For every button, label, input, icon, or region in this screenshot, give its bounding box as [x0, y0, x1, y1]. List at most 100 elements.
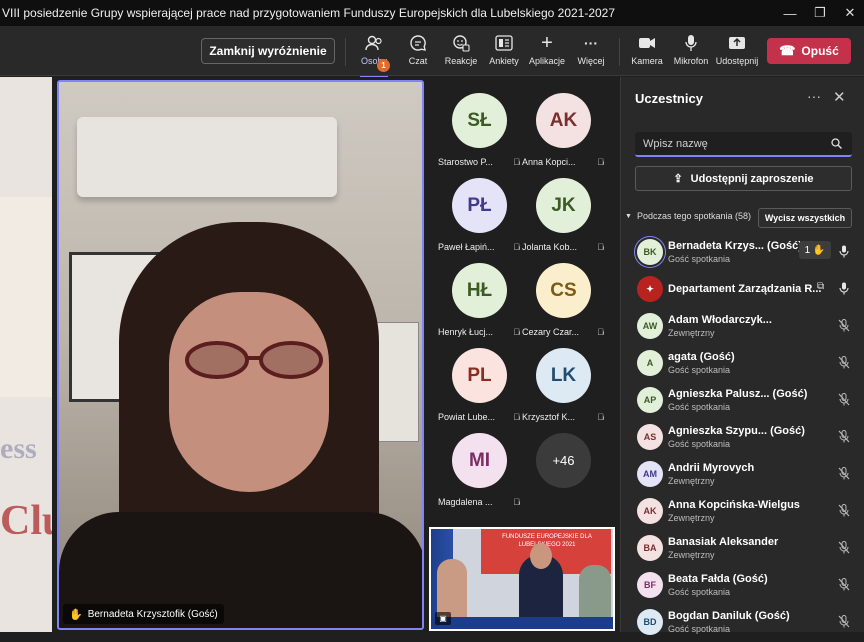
mic-button[interactable]: Mikrofon	[669, 32, 713, 74]
window-title: VIII posiedzenie Grupy wspierającej prac…	[2, 6, 616, 20]
participant-name: Bogdan Daniluk (Gość)	[668, 610, 790, 622]
participant-role: Gość spotkania	[668, 402, 731, 412]
avatar: BF	[637, 572, 663, 598]
share-label: Udostępnij	[715, 56, 759, 66]
reactions-label: Reakcje	[444, 56, 478, 66]
participant-row[interactable]: BF Beata Fałda (Gość) Gość spotkania	[621, 568, 864, 605]
speaker-name: Bernadeta Krzysztofik (Gość)	[87, 608, 218, 620]
participant-row[interactable]: BD Bogdan Daniluk (Gość) Gość spotkania	[621, 605, 864, 642]
tile-name-text: Jolanta Kob...	[522, 242, 578, 252]
participant-tile[interactable]: MI Magdalena ... 🎙̸	[438, 429, 520, 511]
tile-name: Paweł Łapiń... 🎙̸	[438, 242, 520, 252]
more-button[interactable]: ··· Więcej	[569, 32, 613, 74]
tile-name-text: Starostwo P...	[438, 157, 493, 167]
microphone-icon[interactable]	[837, 244, 851, 258]
share-screen-icon	[728, 32, 746, 54]
more-options-icon[interactable]: ···	[807, 88, 821, 104]
polls-button[interactable]: Ankiety	[482, 32, 526, 74]
participant-tile[interactable]: HŁ Henryk Łucj... 🎙̸	[438, 259, 520, 341]
microphone-icon[interactable]	[837, 281, 851, 295]
mic-off-icon[interactable]	[837, 503, 851, 517]
air-conditioner	[77, 117, 337, 197]
participant-row[interactable]: AW Adam Włodarczyk... Zewnętrzny	[621, 309, 864, 346]
mic-off-icon: 🎙̸	[513, 157, 520, 167]
video-layout-icon[interactable]: ▣	[435, 612, 451, 625]
mic-off-icon[interactable]	[837, 318, 851, 332]
leave-label: Opuść	[801, 44, 839, 58]
tile-name: Powiat Lube... 🎙̸	[438, 412, 520, 422]
participant-tile[interactable]: SŁ Starostwo P... 🎙̸	[438, 89, 520, 171]
share-button[interactable]: Udostępnij	[715, 32, 759, 74]
section-header[interactable]: ▼ Podczas tego spotkania (58)	[625, 211, 751, 221]
participant-row[interactable]: AK Anna Kopcińska-Wielgus Zewnętrzny	[621, 494, 864, 531]
more-participants-tile[interactable]: +46	[522, 429, 604, 511]
section-label: Podczas tego spotkania (58)	[636, 211, 752, 221]
minimize-icon: —	[783, 5, 797, 21]
participant-name: Adam Włodarczyk...	[668, 314, 772, 326]
avatar: PL	[452, 348, 507, 403]
title-bar: VIII posiedzenie Grupy wspierającej prac…	[0, 0, 864, 26]
conference-table	[431, 617, 613, 629]
avatar: ✦	[637, 276, 663, 302]
stop-spotlight-button[interactable]: Zamknij wyróżnienie	[201, 38, 335, 64]
tile-name-text: Cezary Czar...	[522, 327, 580, 337]
mic-off-icon[interactable]	[837, 614, 851, 628]
close-window-button[interactable]: ✕	[832, 0, 864, 26]
people-notification-badge: 1	[377, 59, 390, 72]
search-icon[interactable]	[831, 138, 842, 152]
video-stage: ess Clu ✋ Bernadeta Krzysztofik (Gość) S…	[0, 77, 620, 632]
mic-off-icon: 🎙̸	[597, 242, 604, 252]
mic-off-icon[interactable]	[837, 429, 851, 443]
participant-role: Zewnętrzny	[668, 328, 715, 338]
participant-tile[interactable]: LK Krzysztof K... 🎙̸	[522, 344, 604, 426]
apps-label: Aplikacje	[528, 56, 566, 66]
participant-row[interactable]: AS Agnieszka Szypu... (Gość) Gość spotkani…	[621, 420, 864, 457]
mic-off-icon[interactable]	[837, 392, 851, 406]
mic-off-icon: 🎙̸	[597, 157, 604, 167]
camera-button[interactable]: Kamera	[625, 32, 669, 74]
leave-button[interactable]: ☎ Opuść	[767, 38, 851, 64]
chevron-down-icon: ▼	[625, 212, 632, 220]
background-lettering: Clu	[0, 498, 52, 544]
participant-tile[interactable]: CS Cezary Czar... 🎙̸	[522, 259, 604, 341]
mic-off-icon[interactable]	[837, 540, 851, 554]
participant-row[interactable]: ✦ Departament Zarządzania R... ⧉	[621, 272, 864, 309]
participant-tile[interactable]: JK Jolanta Kob... 🎙̸	[522, 174, 604, 256]
participant-tile[interactable]: PŁ Paweł Łapiń... 🎙̸	[438, 174, 520, 256]
avatar: HŁ	[452, 263, 507, 318]
tile-name-text: Paweł Łapiń...	[438, 242, 495, 252]
participant-role: Zewnętrzny	[668, 513, 715, 523]
avatar: BA	[637, 535, 663, 561]
mic-off-icon[interactable]	[837, 355, 851, 369]
participant-tile[interactable]: PL Powiat Lube... 🎙̸	[438, 344, 520, 426]
mic-off-icon[interactable]	[837, 577, 851, 591]
reactions-button[interactable]: Reakcje	[439, 32, 483, 74]
apps-button[interactable]: + Aplikacje	[525, 32, 569, 74]
chat-button[interactable]: Czat	[396, 32, 440, 74]
participant-row[interactable]: BK Bernadeta Krzys... (Gość) Gość spotkani…	[621, 235, 864, 272]
close-icon[interactable]: ✕	[833, 88, 846, 106]
spotlight-video[interactable]: ✋ Bernadeta Krzysztofik (Gość)	[57, 80, 424, 630]
participant-row[interactable]: Aagata (Gość) Gość spotkania	[621, 346, 864, 383]
meeting-toolbar: Zamknij wyróżnienie Osoby 1 Czat Reakcje…	[0, 26, 864, 78]
speaker-face	[169, 292, 329, 492]
mute-all-button[interactable]: Wycisz wszystkich	[758, 208, 852, 228]
mic-off-icon[interactable]	[837, 466, 851, 480]
tile-name: Magdalena ... 🎙̸	[438, 497, 520, 507]
avatar: SŁ	[452, 93, 507, 148]
toolbar-divider	[619, 38, 620, 66]
share-invite-button[interactable]: ⇪ Udostępnij zaproszenie	[635, 166, 852, 191]
participant-name: Banasiak Aleksander	[668, 536, 779, 548]
conference-room-video[interactable]: FUNDUSZE EUROPEJSKIE DLA LUBELSKIEGO 202…	[429, 527, 615, 631]
participant-name: Andrii Myrovych	[668, 462, 755, 474]
search-input[interactable]	[635, 132, 852, 157]
avatar: AW	[637, 313, 663, 339]
participant-tile[interactable]: AK Anna Kopci... 🎙̸	[522, 89, 604, 171]
participant-row[interactable]: AM Andrii Myrovych Zewnętrzny	[621, 457, 864, 494]
avatar: AS	[637, 424, 663, 450]
tile-name-text: Henryk Łucj...	[438, 327, 494, 337]
phone-hangup-icon: ☎	[779, 43, 796, 58]
participant-row[interactable]: BA Banasiak Aleksander Zewnętrzny	[621, 531, 864, 568]
participant-role: Gość spotkania	[668, 254, 731, 264]
participant-row[interactable]: AP Agnieszka Palusz... (Gość) Gość spotkan…	[621, 383, 864, 420]
